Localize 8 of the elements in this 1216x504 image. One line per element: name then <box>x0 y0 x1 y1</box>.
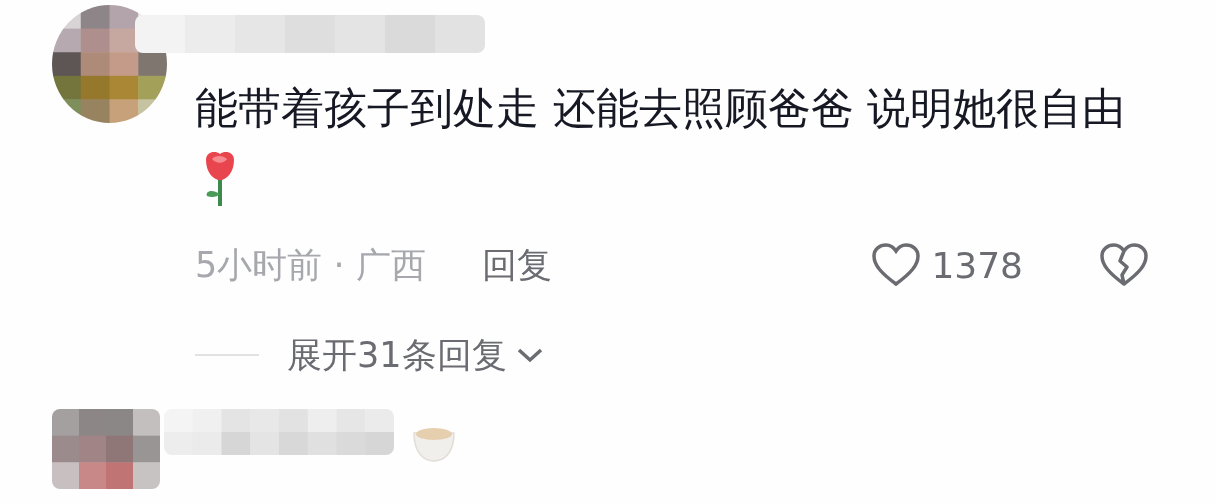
rose-icon <box>203 150 237 208</box>
like-button[interactable]: 1378 <box>871 243 1023 287</box>
expand-replies-button[interactable]: 展开31条回复 <box>287 331 545 379</box>
teacup-icon <box>412 425 456 465</box>
reply-button[interactable]: 回复 <box>481 241 552 289</box>
comment-text: 能带着孩子到处走 还能去照顾爸爸 说明她很自由 <box>195 71 1155 221</box>
time-location: 5小时前 · 广西 <box>195 243 426 287</box>
heart-icon <box>871 243 922 287</box>
